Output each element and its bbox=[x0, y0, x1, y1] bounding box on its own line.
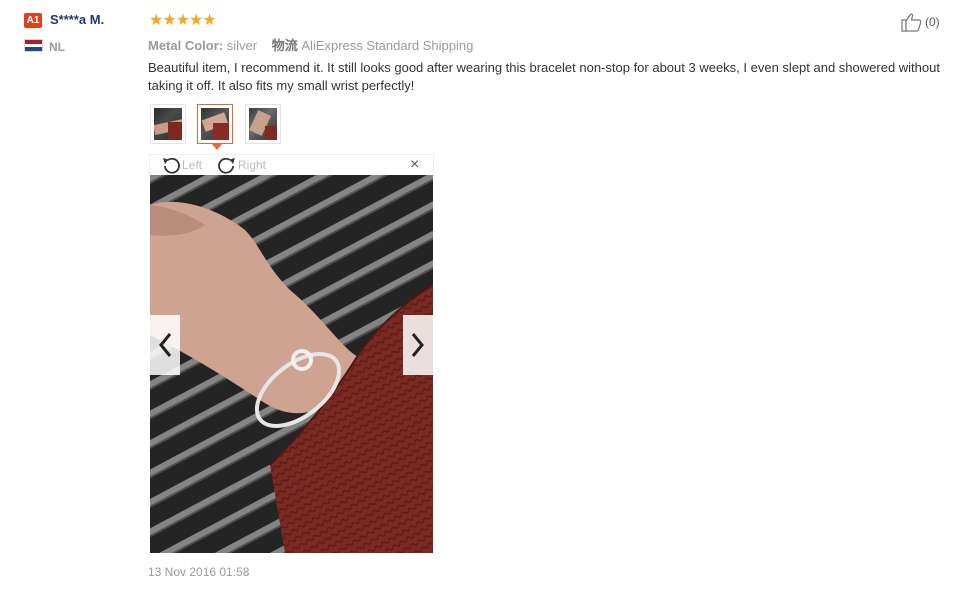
rotate-right-button[interactable]: Right bbox=[216, 156, 266, 174]
chevron-left-icon bbox=[159, 333, 172, 357]
review-date: 13 Nov 2016 01:58 bbox=[148, 565, 250, 579]
helpful-count: (0) bbox=[925, 15, 940, 29]
user-level-badge: A1 bbox=[24, 13, 42, 28]
star-icon: ★ bbox=[189, 12, 203, 29]
review-photo-thumbnail[interactable] bbox=[245, 104, 281, 144]
star-icon: ★ bbox=[149, 12, 163, 29]
close-viewer-button[interactable]: × bbox=[410, 157, 419, 173]
reviewer-name: S****a M. bbox=[50, 12, 105, 27]
review-photo-thumbnail[interactable] bbox=[197, 104, 233, 144]
rotate-right-label: Right bbox=[238, 158, 267, 172]
previous-photo-button[interactable] bbox=[150, 315, 180, 375]
star-icon: ★ bbox=[162, 12, 176, 29]
review-text: Beautiful item, I recommend it. It still… bbox=[148, 60, 940, 93]
star-icon: ★ bbox=[202, 12, 216, 29]
rotate-left-button[interactable]: Left bbox=[160, 156, 202, 174]
thumbs-up-icon bbox=[901, 13, 922, 32]
review-photo-image bbox=[150, 175, 433, 553]
rotate-left-label: Left bbox=[182, 158, 203, 172]
review-photo-thumbnail[interactable] bbox=[150, 104, 186, 144]
rotate-left-icon bbox=[163, 157, 180, 174]
metal-color-label: Metal Color: bbox=[148, 38, 224, 53]
rotate-right-icon bbox=[218, 157, 235, 174]
helpful-button[interactable]: (0) bbox=[900, 12, 940, 32]
country-flag-icon bbox=[24, 39, 43, 52]
active-thumbnail-pointer bbox=[212, 144, 222, 150]
order-info: Metal Color: silver 物流 AliExpress Standa… bbox=[148, 35, 473, 54]
reviewer-country: NL bbox=[49, 40, 65, 54]
chevron-right-icon bbox=[411, 333, 424, 357]
metal-color-value: silver bbox=[226, 38, 258, 53]
review-photo bbox=[150, 175, 433, 553]
star-icon: ★ bbox=[175, 12, 190, 29]
shipping-method: AliExpress Standard Shipping bbox=[301, 38, 474, 53]
shipping-logo: 物流 bbox=[271, 38, 298, 53]
next-photo-button[interactable] bbox=[403, 315, 433, 375]
star-rating: ★★★★★ bbox=[149, 10, 217, 30]
